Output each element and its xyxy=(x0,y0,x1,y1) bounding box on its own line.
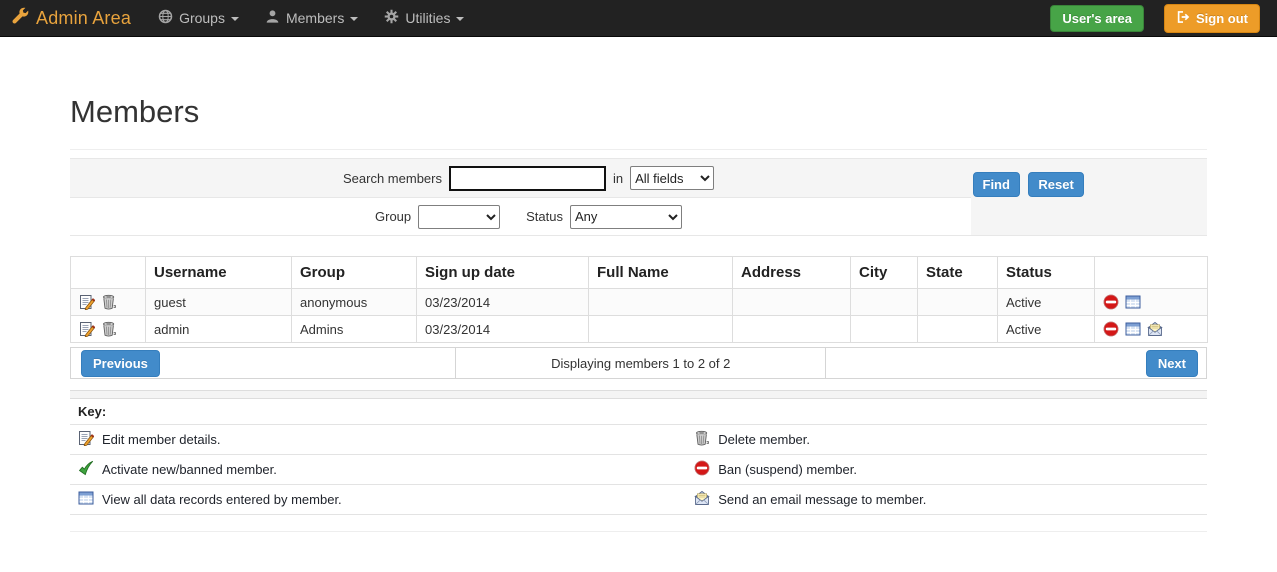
pagination-status: Displaying members 1 to 2 of 2 xyxy=(455,347,827,379)
nav-item-label: Members xyxy=(285,10,345,26)
header-address: Address xyxy=(732,256,851,289)
cell-username: admin xyxy=(145,315,292,343)
key-table: Key: Edit member details. Delete member.… xyxy=(70,399,1207,515)
table-header-row: Username Group Sign up date Full Name Ad… xyxy=(70,256,1208,289)
gear-icon xyxy=(384,9,399,27)
cell-status: Active xyxy=(997,315,1095,343)
key-row: Edit member details. Delete member. xyxy=(70,424,1207,455)
filters-row: Group Status Any xyxy=(70,197,971,235)
ban-icon[interactable] xyxy=(1103,294,1119,310)
chevron-down-icon xyxy=(350,17,359,21)
email-icon[interactable] xyxy=(1147,321,1163,337)
key-row: View all data records entered by member.… xyxy=(70,484,1207,515)
records-icon xyxy=(78,490,94,509)
key-row: Activate new/banned member. Ban (suspend… xyxy=(70,454,1207,485)
delete-icon[interactable] xyxy=(101,294,117,310)
in-label: in xyxy=(612,170,624,186)
wrench-icon xyxy=(12,7,29,29)
brand[interactable]: Admin Area xyxy=(12,7,131,29)
brand-label: Admin Area xyxy=(36,7,132,28)
sign-out-icon xyxy=(1176,10,1190,27)
cell-group: anonymous xyxy=(291,288,417,316)
cell-group: Admins xyxy=(291,315,417,343)
cell-full-name xyxy=(588,315,733,343)
navbar-right: User's area Sign out xyxy=(1050,3,1267,33)
header-state: State xyxy=(917,256,998,289)
edit-icon[interactable] xyxy=(79,294,95,310)
status-filter-select[interactable]: Any xyxy=(570,204,682,229)
users-area-button[interactable]: User's area xyxy=(1050,4,1144,32)
search-label: Search members xyxy=(343,170,442,186)
cell-username: guest xyxy=(145,288,292,316)
next-button[interactable]: Next xyxy=(1145,349,1198,377)
search-row: Search members in All fields xyxy=(70,159,971,197)
header-full-name: Full Name xyxy=(588,256,733,289)
edit-icon xyxy=(78,430,95,449)
previous-button[interactable]: Previous xyxy=(81,349,160,377)
cell-signup-date: 03/23/2014 xyxy=(416,288,589,316)
divider-strip xyxy=(70,390,1207,399)
search-panel: Search members in All fields Group Statu… xyxy=(70,158,1207,236)
search-form: Search members in All fields Group Statu… xyxy=(70,159,971,235)
key-item-label: Send an email message to member. xyxy=(718,492,927,507)
status-label: Status xyxy=(526,209,563,224)
nav-item-label: Utilities xyxy=(405,10,451,26)
nav-item-utilities[interactable]: Utilities xyxy=(371,0,477,37)
find-button[interactable]: Find xyxy=(972,172,1020,197)
header-city: City xyxy=(850,256,918,289)
email-icon xyxy=(694,490,710,509)
ban-icon[interactable] xyxy=(1103,321,1119,337)
person-icon xyxy=(265,9,280,27)
table-row: admin Admins 03/23/2014 Active xyxy=(70,315,1208,343)
activate-icon xyxy=(78,460,94,479)
records-icon[interactable] xyxy=(1125,294,1141,310)
key-item-label: View all data records entered by member. xyxy=(102,492,342,507)
delete-icon xyxy=(694,430,710,449)
key-item-label: Ban (suspend) member. xyxy=(718,462,857,477)
key-item-label: Delete member. xyxy=(718,432,811,447)
reset-button[interactable]: Reset xyxy=(1028,172,1084,197)
table-row: guest anonymous 03/23/2014 Active xyxy=(70,288,1208,316)
header-username: Username xyxy=(145,256,292,289)
key-item-label: Edit member details. xyxy=(102,432,221,447)
cell-address xyxy=(732,315,851,343)
pagination: Previous Displaying members 1 to 2 of 2 … xyxy=(69,347,1207,379)
globe-icon xyxy=(158,9,173,27)
search-buttons: Find Reset xyxy=(971,159,1208,235)
cell-signup-date: 03/23/2014 xyxy=(416,315,589,343)
search-fields-select[interactable]: All fields xyxy=(630,166,715,190)
cell-city xyxy=(850,288,918,316)
cell-status: Active xyxy=(997,288,1095,316)
nav-item-groups[interactable]: Groups xyxy=(145,0,252,37)
top-navbar: Admin Area Groups Members Utilities User… xyxy=(0,0,1277,37)
key-item-label: Activate new/banned member. xyxy=(102,462,277,477)
group-label: Group xyxy=(375,209,412,224)
records-icon[interactable] xyxy=(1125,321,1141,337)
header-group: Group xyxy=(291,256,417,289)
key-title: Key: xyxy=(70,399,1207,425)
header-actions xyxy=(1094,256,1208,289)
cell-address xyxy=(732,288,851,316)
sign-out-button[interactable]: Sign out xyxy=(1164,3,1260,33)
nav-item-members[interactable]: Members xyxy=(252,0,371,37)
ban-icon xyxy=(694,460,710,479)
delete-icon[interactable] xyxy=(101,321,117,337)
search-input[interactable] xyxy=(448,165,606,191)
header-icons xyxy=(70,256,146,289)
group-filter-select[interactable] xyxy=(418,204,501,229)
page-title: Members xyxy=(70,94,200,129)
cell-state xyxy=(917,288,998,316)
cell-full-name xyxy=(588,288,733,316)
chevron-down-icon xyxy=(230,17,239,21)
members-table: Username Group Sign up date Full Name Ad… xyxy=(70,256,1208,343)
header-signup-date: Sign up date xyxy=(416,256,589,289)
divider xyxy=(70,149,1207,150)
edit-icon[interactable] xyxy=(79,321,95,337)
nav-item-label: Groups xyxy=(179,10,225,26)
cell-state xyxy=(917,315,998,343)
header-status: Status xyxy=(997,256,1095,289)
chevron-down-icon xyxy=(456,17,465,21)
divider xyxy=(70,531,1207,532)
cell-city xyxy=(850,315,918,343)
